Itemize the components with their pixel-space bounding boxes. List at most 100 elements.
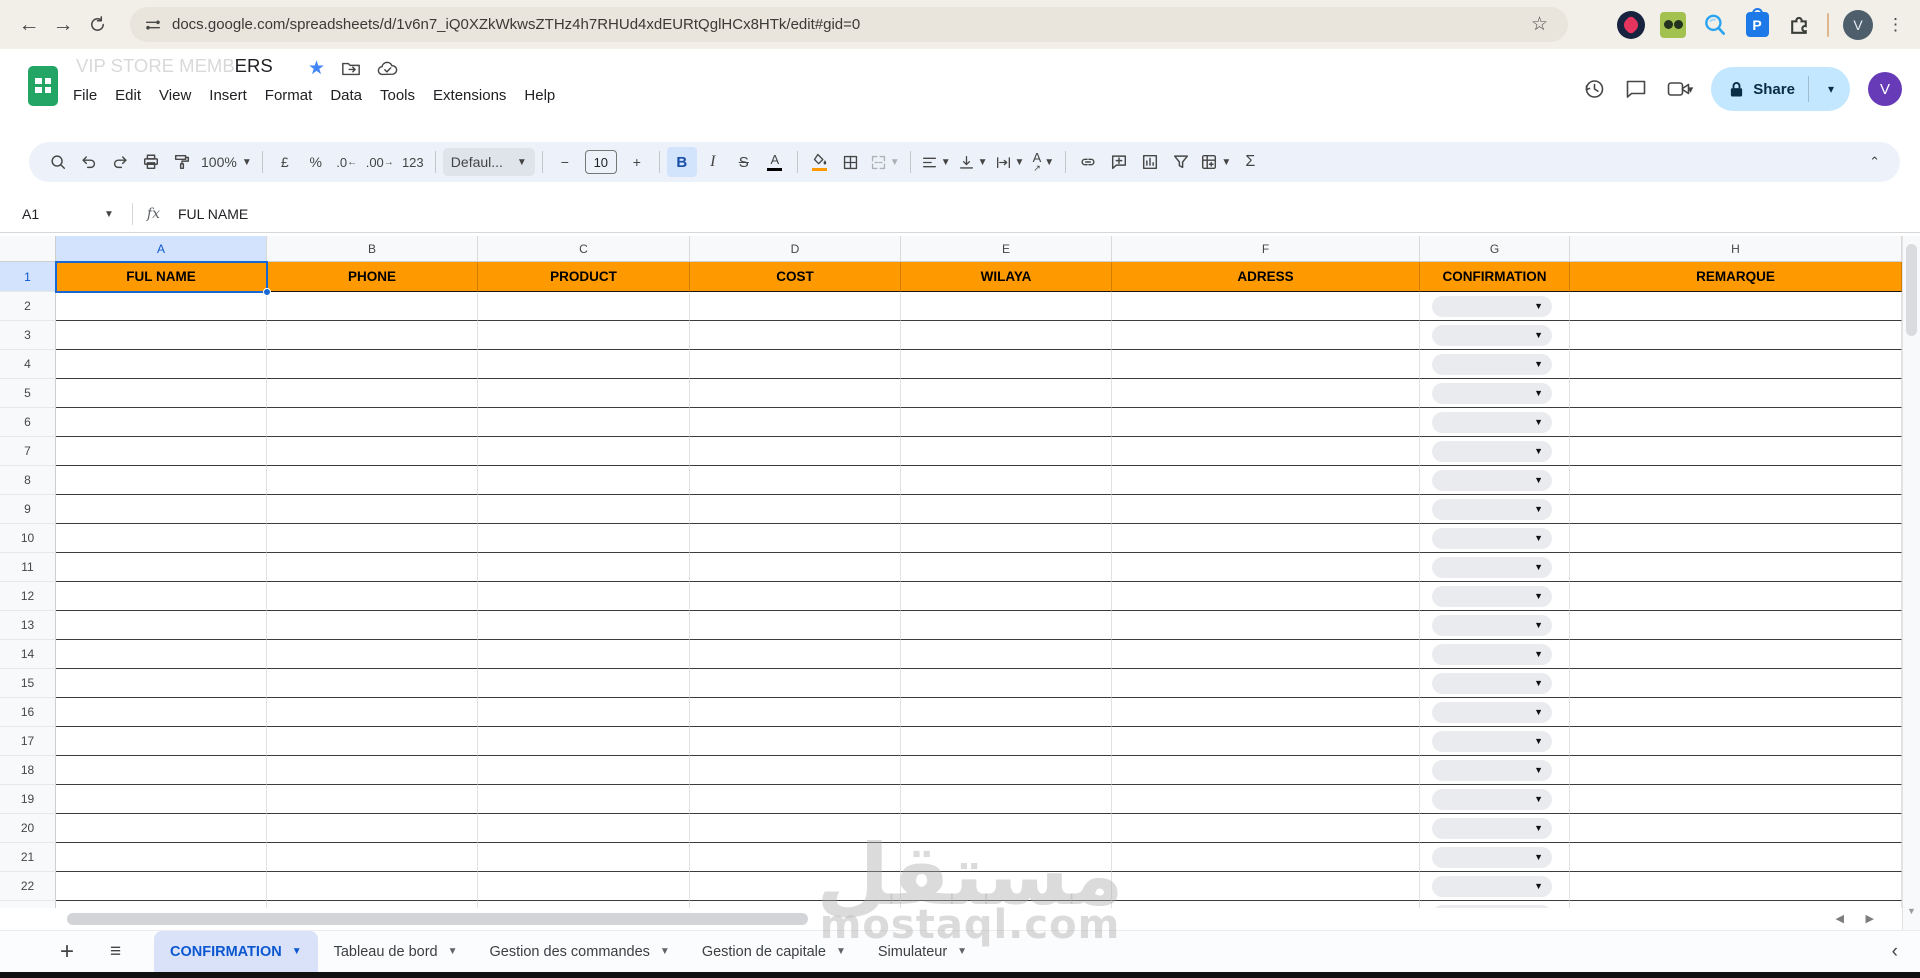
account-avatar[interactable]: V [1868,72,1902,106]
cell-C12[interactable] [478,582,690,611]
cell-D20[interactable] [690,814,901,843]
browser-menu-icon[interactable]: ⋮ [1887,15,1904,35]
cell-G14[interactable]: ▼ [1420,640,1570,669]
cell-B14[interactable] [267,640,478,669]
formula-input[interactable]: FUL NAME [178,206,248,222]
cell-E19[interactable] [901,785,1112,814]
dropdown-chip[interactable]: ▼ [1432,296,1552,317]
cell-H11[interactable] [1570,553,1902,582]
dropdown-chip[interactable]: ▼ [1432,325,1552,346]
extension-shopping-icon[interactable]: P [1743,8,1771,39]
cell-B7[interactable] [267,437,478,466]
cell-G17[interactable]: ▼ [1420,727,1570,756]
dropdown-chip[interactable]: ▼ [1432,499,1552,520]
cell-G13[interactable]: ▼ [1420,611,1570,640]
cell-A22[interactable] [56,872,267,901]
sheet-tab-gestion-des-commandes[interactable]: Gestion des commandes ▼ [474,931,686,973]
cell-F4[interactable] [1112,350,1420,379]
cell-E16[interactable] [901,698,1112,727]
cell-C15[interactable] [478,669,690,698]
cell-F7[interactable] [1112,437,1420,466]
cell-D8[interactable] [690,466,901,495]
site-settings-icon[interactable] [144,16,162,34]
menu-edit[interactable]: Edit [106,81,150,110]
cell-H1[interactable]: REMARQUE [1570,262,1902,292]
cell-D13[interactable] [690,611,901,640]
hide-panel-chevron-icon[interactable]: ‹ [1892,941,1898,963]
number-format-button[interactable]: 123 [398,147,428,177]
cell-H16[interactable] [1570,698,1902,727]
cell-A3[interactable] [56,321,267,350]
cell-E4[interactable] [901,350,1112,379]
row-number-16[interactable]: 16 [0,698,56,727]
comment-history-icon[interactable] [1624,77,1648,101]
cell-B6[interactable] [267,408,478,437]
cell-C20[interactable] [478,814,690,843]
cell-H8[interactable] [1570,466,1902,495]
cell-F19[interactable] [1112,785,1420,814]
cell-C7[interactable] [478,437,690,466]
extensions-puzzle-icon[interactable] [1785,11,1813,39]
cell-D17[interactable] [690,727,901,756]
all-sheets-button[interactable]: ≡ [98,941,132,963]
cell-D9[interactable] [690,495,901,524]
cell-D2[interactable] [690,292,901,321]
fill-color-button[interactable] [805,147,835,177]
cell-D4[interactable] [690,350,901,379]
cell-F11[interactable] [1112,553,1420,582]
cell-F13[interactable] [1112,611,1420,640]
version-history-icon[interactable] [1582,77,1606,101]
redo-icon[interactable] [105,147,135,177]
menu-insert[interactable]: Insert [200,81,256,110]
cell-H14[interactable] [1570,640,1902,669]
cell-A12[interactable] [56,582,267,611]
cell-F14[interactable] [1112,640,1420,669]
cell-C4[interactable] [478,350,690,379]
row-number-8[interactable]: 8 [0,466,56,495]
cell-G5[interactable]: ▼ [1420,379,1570,408]
cell-C5[interactable] [478,379,690,408]
font-size-input[interactable]: 10 [584,150,617,174]
cell-F8[interactable] [1112,466,1420,495]
dropdown-chip[interactable]: ▼ [1432,557,1552,578]
row-number-2[interactable]: 2 [0,292,56,321]
cell-A20[interactable] [56,814,267,843]
cell-F15[interactable] [1112,669,1420,698]
cell-H7[interactable] [1570,437,1902,466]
cell-B9[interactable] [267,495,478,524]
cell-H18[interactable] [1570,756,1902,785]
zoom-select[interactable]: 100% ▼ [198,147,255,177]
menu-format[interactable]: Format [256,81,322,110]
format-percent-button[interactable]: % [301,147,331,177]
cell-G2[interactable]: ▼ [1420,292,1570,321]
cell-E15[interactable] [901,669,1112,698]
sheet-tab-confirmation[interactable]: CONFIRMATION ▼ [154,930,318,973]
cell-F22[interactable] [1112,872,1420,901]
cell-A15[interactable] [56,669,267,698]
menu-view[interactable]: View [150,81,200,110]
add-sheet-button[interactable]: + [50,938,84,966]
select-all-corner[interactable] [0,236,56,262]
row-number-12[interactable]: 12 [0,582,56,611]
cell-C21[interactable] [478,843,690,872]
cell-D21[interactable] [690,843,901,872]
cell-A6[interactable] [56,408,267,437]
cell-E7[interactable] [901,437,1112,466]
cell-H22[interactable] [1570,872,1902,901]
dropdown-chip[interactable]: ▼ [1432,876,1552,897]
cell-H20[interactable] [1570,814,1902,843]
text-rotation-icon[interactable]: A ↗ ▼ [1028,147,1058,177]
cell-B22[interactable] [267,872,478,901]
strikethrough-button[interactable]: S [729,147,759,177]
cell-A19[interactable] [56,785,267,814]
extension-glasses-icon[interactable] [1659,11,1687,39]
cell-G1[interactable]: CONFIRMATION [1420,262,1570,292]
text-wrap-icon[interactable]: ▼ [992,147,1028,177]
dropdown-chip[interactable]: ▼ [1432,586,1552,607]
extension-magnifier-icon[interactable] [1701,11,1729,39]
dropdown-chip[interactable]: ▼ [1432,760,1552,781]
cell-G20[interactable]: ▼ [1420,814,1570,843]
cell-F2[interactable] [1112,292,1420,321]
cell-E22[interactable] [901,872,1112,901]
horizontal-scrollbar-thumb[interactable] [67,913,808,925]
